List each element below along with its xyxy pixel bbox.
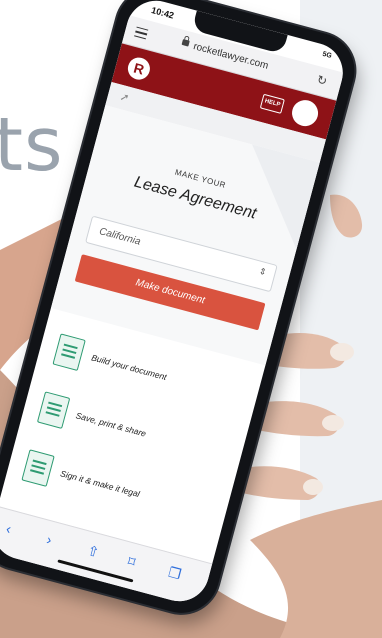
menu-icon[interactable] <box>133 26 149 43</box>
step-label: Build your document <box>90 352 168 383</box>
document-sign-icon <box>21 449 55 487</box>
bookmarks-icon[interactable]: ⌑ <box>126 553 137 571</box>
document-save-icon <box>36 391 71 429</box>
step-label: Save, print & share <box>74 410 148 439</box>
lock-icon <box>181 39 190 47</box>
step-label: Sign it & make it legal <box>59 468 141 500</box>
share-icon[interactable]: ⇧ <box>85 542 101 561</box>
rocket-icon: ➚ <box>118 90 131 105</box>
background-headline-fragment: ts <box>0 102 64 188</box>
state-select-value: California <box>97 226 142 248</box>
back-icon[interactable]: ‹ <box>4 520 13 537</box>
document-build-icon <box>52 333 86 372</box>
rocket-lawyer-logo[interactable]: R <box>125 55 153 83</box>
status-time: 10:42 <box>150 5 176 21</box>
phone-screen: 10:42 5G rocketlawyer.com ↻ R HELP ➚ MAK… <box>0 0 350 608</box>
forward-icon[interactable]: › <box>45 531 54 548</box>
avatar[interactable] <box>289 97 321 130</box>
tabs-icon[interactable]: ❐ <box>166 564 183 584</box>
chevron-updown-icon: ⇕ <box>257 265 268 278</box>
signal-indicator: 5G <box>321 50 333 60</box>
help-button[interactable]: HELP <box>259 93 285 114</box>
reload-icon[interactable]: ↻ <box>315 72 328 88</box>
